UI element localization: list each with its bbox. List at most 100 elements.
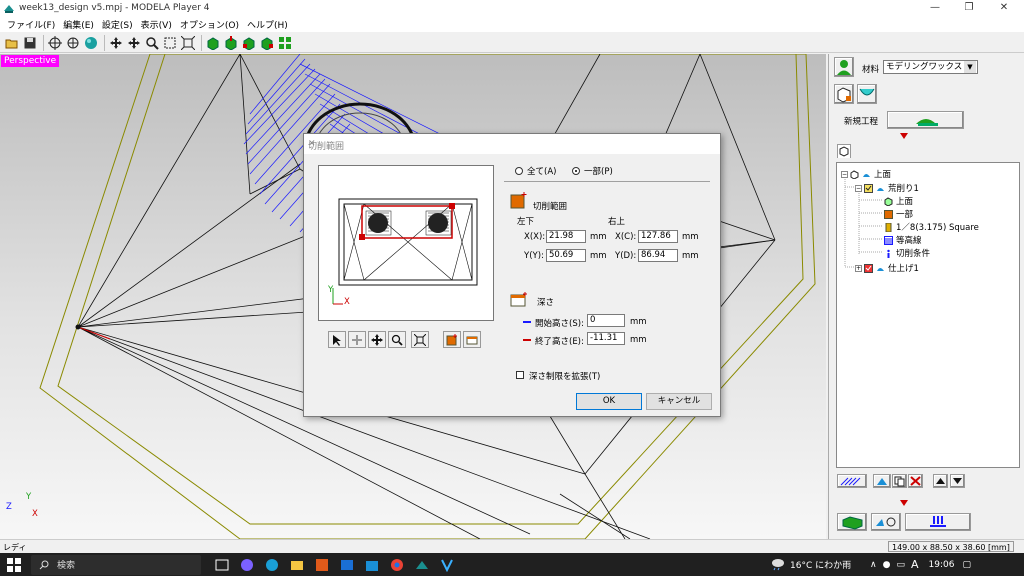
sphere-render-icon[interactable] — [83, 35, 99, 51]
toolpath-button[interactable] — [837, 474, 867, 488]
cancel-button[interactable]: キャンセル — [646, 393, 712, 410]
move-down-button[interactable] — [950, 474, 965, 488]
green-box-down-icon[interactable] — [223, 35, 239, 51]
extend-depth-label[interactable]: 深さ制限を拡張(T) — [529, 370, 600, 382]
ok-button[interactable]: OK — [576, 393, 642, 410]
area-preview[interactable]: Y X — [318, 165, 494, 321]
green-box-icon[interactable] — [205, 35, 221, 51]
model-size: 149.00 x 88.50 x 38.60 [mm] — [888, 541, 1014, 552]
y-unit: mm — [590, 251, 607, 261]
stock-box-icon — [837, 87, 851, 103]
zoom-icon[interactable] — [144, 35, 160, 51]
radio-all[interactable] — [515, 167, 523, 175]
radio-part-label[interactable]: 一部(P) — [584, 165, 613, 177]
user-button[interactable] — [834, 57, 854, 77]
vpanel-taskbar-icon[interactable] — [436, 554, 458, 576]
start-height-marker — [523, 321, 531, 323]
weather-text: 16°C にわか雨 — [790, 560, 852, 571]
close-button[interactable]: ✕ — [987, 0, 1021, 16]
radio-part[interactable] — [572, 167, 580, 175]
view-fit-icon[interactable] — [47, 35, 63, 51]
tree-item-tool[interactable]: 1／8(3.175) Square — [884, 221, 979, 233]
process-panel: 材料 モデリングワックス ▼ 新規工程 − 上面 − 荒削り1 上面 一部 1／… — [828, 54, 1024, 539]
mic-icon[interactable]: ● — [883, 560, 891, 570]
xc-label: X(C): — [615, 232, 637, 242]
copilot-icon[interactable] — [236, 554, 258, 576]
edge-icon[interactable] — [261, 554, 283, 576]
move-area-button[interactable] — [348, 331, 366, 348]
clock[interactable]: 19:06 — [929, 560, 955, 570]
tray-chevron-icon[interactable]: ∧ — [870, 560, 877, 570]
model-button[interactable] — [857, 84, 877, 104]
delete-button[interactable] — [908, 474, 923, 488]
axis-z-label: Z — [6, 502, 12, 512]
toolbar — [0, 33, 1024, 53]
end-height-label: 終了高さ(E): — [535, 337, 584, 347]
separator — [504, 181, 710, 182]
pan-icon[interactable] — [126, 35, 142, 51]
maximize-button[interactable]: ❐ — [952, 0, 986, 16]
start-button[interactable] — [3, 554, 25, 576]
menu-edit[interactable]: 編集(E) — [59, 18, 98, 31]
process-tree[interactable]: − 上面 − 荒削り1 上面 一部 1／8(3.175) Square 等高線 — [836, 162, 1020, 468]
axis-y-label: Y — [26, 492, 32, 502]
extend-depth-checkbox[interactable] — [516, 371, 524, 379]
cut-button[interactable] — [905, 513, 971, 531]
zoom-window-icon[interactable] — [162, 35, 178, 51]
y-input[interactable]: 50.69 — [546, 249, 586, 262]
zoom-preview-button[interactable] — [388, 331, 406, 348]
menu-settings[interactable]: 設定(S) — [98, 18, 137, 31]
save-icon[interactable] — [22, 35, 38, 51]
chrome-icon[interactable] — [386, 554, 408, 576]
menu-options[interactable]: オプション(O) — [176, 18, 243, 31]
view-rotate-icon[interactable] — [65, 35, 81, 51]
area-set-button[interactable] — [443, 331, 461, 348]
menu-view[interactable]: 表示(V) — [137, 18, 176, 31]
menu-file[interactable]: ファイル(F) — [3, 18, 59, 31]
cutting-simulation-button[interactable] — [837, 513, 867, 531]
new-process-button[interactable] — [887, 111, 964, 129]
open-folder-icon[interactable] — [4, 35, 20, 51]
minimize-button[interactable]: — — [918, 0, 952, 16]
battery-icon[interactable]: ▭ — [896, 560, 905, 570]
cut-area-label: 切削範囲 — [533, 202, 568, 212]
fit-preview-button[interactable] — [411, 331, 429, 348]
ime-indicator[interactable]: A — [911, 558, 919, 571]
preview-cutting-button[interactable] — [871, 513, 901, 531]
radio-all-label[interactable]: 全て(A) — [527, 165, 556, 177]
material-select[interactable]: モデリングワックス ▼ — [883, 60, 978, 74]
green-box-side-icon[interactable] — [259, 35, 275, 51]
modela-taskbar-icon[interactable] — [411, 554, 433, 576]
tab-process[interactable] — [837, 144, 851, 158]
media-player-icon[interactable] — [311, 554, 333, 576]
start-height-input[interactable]: 0 — [587, 314, 625, 327]
zoom-fit-icon[interactable] — [180, 35, 196, 51]
tree-label: 1／8(3.175) Square — [896, 223, 979, 233]
end-height-input[interactable]: -11.31 — [587, 332, 625, 345]
notification-icon[interactable]: ▢ — [962, 560, 971, 570]
store-icon[interactable] — [361, 554, 383, 576]
copy-button[interactable] — [892, 474, 907, 488]
green-box-front-icon[interactable] — [241, 35, 257, 51]
taskbar-search[interactable]: 検索 — [31, 554, 201, 575]
dialog-close-icon[interactable]: ✕ — [308, 139, 714, 149]
tool-add-button[interactable] — [873, 474, 891, 488]
move-icon[interactable] — [108, 35, 124, 51]
depth-set-button[interactable] — [463, 331, 481, 348]
grid-icon[interactable] — [277, 35, 293, 51]
yd-input[interactable]: 86.94 — [638, 249, 678, 262]
weather-widget[interactable]: 16°C にわか雨 — [770, 557, 851, 571]
move-up-button[interactable] — [933, 474, 948, 488]
preview-axis-y: Y — [328, 285, 334, 295]
delete-icon — [910, 476, 921, 486]
mail-icon[interactable] — [336, 554, 358, 576]
file-explorer-icon[interactable] — [286, 554, 308, 576]
select-tool-button[interactable] — [328, 331, 346, 348]
menu-help[interactable]: ヘルプ(H) — [243, 18, 292, 31]
task-view-icon[interactable] — [211, 554, 233, 576]
x-input[interactable]: 21.98 — [546, 230, 586, 243]
pan-preview-button[interactable] — [368, 331, 386, 348]
xc-input[interactable]: 127.86 — [638, 230, 678, 243]
stock-button[interactable] — [834, 84, 854, 104]
depth-section-icon — [510, 292, 527, 307]
